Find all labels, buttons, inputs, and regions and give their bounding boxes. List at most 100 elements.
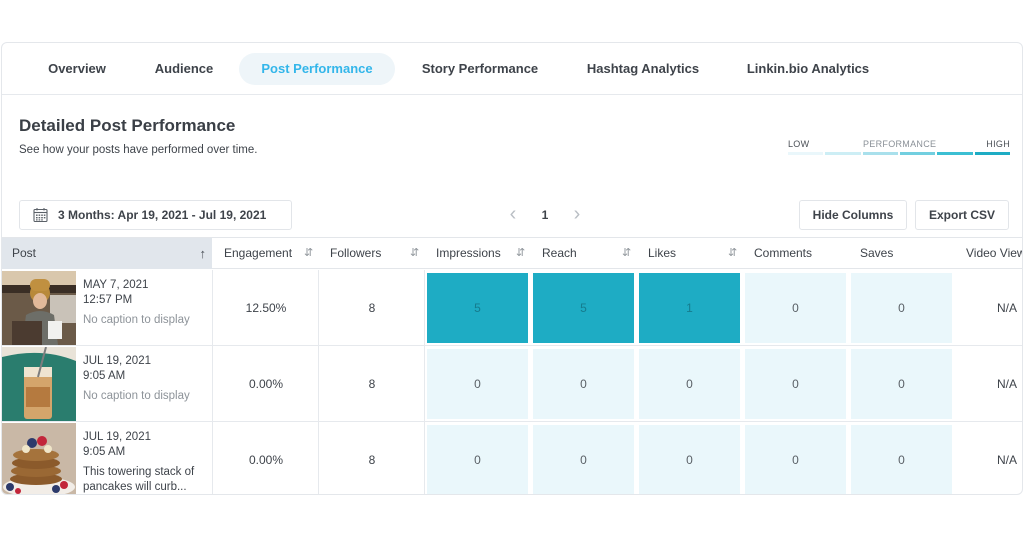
analytics-tabs: Overview Audience Post Performance Story… bbox=[2, 43, 1022, 95]
impressions-cell: 5 bbox=[427, 273, 528, 343]
table-row[interactable]: JUL 19, 2021 9:05 AM No caption to displ… bbox=[2, 346, 1022, 422]
tab-post-performance[interactable]: Post Performance bbox=[239, 53, 395, 85]
legend-scale-segment bbox=[825, 152, 861, 155]
chevron-right-icon[interactable]: › bbox=[566, 203, 588, 227]
column-header-reach[interactable]: Reach ⇵ bbox=[542, 238, 636, 269]
sort-icon[interactable]: ⇵ bbox=[304, 238, 313, 269]
table-header: Post ↑ Engagement ⇵ Followers ⇵ Impressi… bbox=[2, 237, 1022, 269]
column-header-impressions[interactable]: Impressions ⇵ bbox=[436, 238, 530, 269]
column-label: Saves bbox=[860, 246, 894, 260]
tab-audience[interactable]: Audience bbox=[140, 53, 228, 85]
post-date: MAY 7, 2021 bbox=[83, 279, 149, 291]
pagination: ‹ 1 › bbox=[502, 203, 588, 227]
column-label: Impressions bbox=[436, 246, 501, 260]
likes-cell: 1 bbox=[639, 273, 740, 343]
post-info: JUL 19, 2021 9:05 AM This towering stack… bbox=[83, 430, 208, 494]
table-row[interactable]: JUL 19, 2021 9:05 AM This towering stack… bbox=[2, 422, 1022, 494]
comments-cell: 0 bbox=[745, 425, 846, 494]
chevron-left-icon[interactable]: ‹ bbox=[502, 203, 524, 227]
post-date: JUL 19, 2021 bbox=[83, 355, 151, 367]
legend-scale-segment bbox=[899, 152, 936, 155]
column-header-saves[interactable]: Saves bbox=[860, 238, 954, 269]
likes-cell: 0 bbox=[639, 349, 740, 419]
post-date: JUL 19, 2021 bbox=[83, 431, 151, 443]
date-range-picker[interactable]: 3 Months: Apr 19, 2021 - Jul 19, 2021 bbox=[19, 200, 292, 230]
column-header-video-views[interactable]: Video Views bbox=[966, 238, 1022, 269]
impressions-cell: 0 bbox=[427, 425, 528, 494]
column-divider bbox=[212, 270, 213, 346]
column-header-likes[interactable]: Likes ⇵ bbox=[648, 238, 742, 269]
reach-cell: 5 bbox=[533, 273, 634, 343]
tab-overview[interactable]: Overview bbox=[32, 53, 122, 85]
legend-color-scale bbox=[788, 152, 1010, 155]
reach-cell: 0 bbox=[533, 425, 634, 494]
column-divider bbox=[318, 270, 319, 346]
column-label: Comments bbox=[754, 246, 813, 260]
column-header-followers[interactable]: Followers ⇵ bbox=[330, 238, 424, 269]
sort-icon[interactable]: ⇵ bbox=[622, 238, 631, 269]
column-header-engagement[interactable]: Engagement ⇵ bbox=[224, 238, 318, 269]
comments-cell: 0 bbox=[745, 273, 846, 343]
legend-scale-segment bbox=[862, 152, 898, 155]
column-label: Video Views bbox=[966, 246, 1022, 260]
saves-cell: 0 bbox=[851, 425, 952, 494]
saves-cell: 0 bbox=[851, 349, 952, 419]
column-divider bbox=[212, 422, 213, 494]
tab-hashtag-analytics[interactable]: Hashtag Analytics bbox=[576, 53, 710, 85]
reach-cell: 0 bbox=[533, 349, 634, 419]
post-time: 12:57 PM bbox=[83, 294, 133, 306]
post-caption: No caption to display bbox=[83, 314, 190, 326]
column-label: Post bbox=[12, 246, 37, 260]
page-subtitle: See how your posts have performed over t… bbox=[19, 144, 258, 156]
export-csv-button[interactable]: Export CSV bbox=[915, 200, 1009, 230]
video-views-cell: N/A bbox=[996, 453, 1017, 467]
legend-scale-segment bbox=[974, 152, 1010, 155]
pancakes-photo[interactable] bbox=[2, 423, 76, 494]
likes-cell: 0 bbox=[639, 425, 740, 494]
sort-icon[interactable]: ⇵ bbox=[410, 238, 419, 269]
current-page: 1 bbox=[541, 208, 549, 222]
column-label: Followers bbox=[330, 246, 382, 260]
arrow-up-icon[interactable]: ↑ bbox=[200, 238, 207, 269]
saves-cell: 0 bbox=[851, 273, 952, 343]
column-label: Likes bbox=[648, 246, 677, 260]
legend-performance-label: PERFORMANCE bbox=[863, 139, 937, 149]
table-row[interactable]: MAY 7, 2021 12:57 PM No caption to displ… bbox=[2, 270, 1022, 346]
engagement-cell: 0.00% bbox=[248, 453, 284, 467]
performance-legend: LOW PERFORMANCE HIGH bbox=[788, 139, 1010, 159]
engagement-cell: 0.00% bbox=[248, 377, 284, 391]
tab-story-performance[interactable]: Story Performance bbox=[412, 53, 548, 85]
column-header-comments[interactable]: Comments bbox=[754, 238, 848, 269]
post-info: MAY 7, 2021 12:57 PM No caption to displ… bbox=[83, 278, 208, 328]
video-views-cell: N/A bbox=[996, 301, 1017, 315]
comments-cell: 0 bbox=[745, 349, 846, 419]
column-header-post[interactable]: Post ↑ bbox=[2, 238, 212, 269]
post-time: 9:05 AM bbox=[83, 370, 126, 382]
legend-low-label: LOW bbox=[788, 139, 810, 149]
column-label: Engagement bbox=[224, 246, 293, 260]
tab-linkinbio-analytics[interactable]: Linkin.bio Analytics bbox=[736, 53, 880, 85]
post-performance-card: Overview Audience Post Performance Story… bbox=[1, 42, 1023, 495]
followers-cell: 8 bbox=[368, 301, 376, 315]
column-divider bbox=[318, 422, 319, 494]
post-caption: This towering stack of pancakes will cur… bbox=[83, 466, 195, 493]
post-caption: No caption to display bbox=[83, 390, 190, 402]
legend-high-label: HIGH bbox=[986, 139, 1010, 149]
post-time: 9:05 AM bbox=[83, 446, 126, 458]
barista-photo[interactable] bbox=[2, 271, 76, 345]
followers-cell: 8 bbox=[368, 377, 376, 391]
column-divider bbox=[424, 422, 425, 494]
column-divider bbox=[424, 270, 425, 346]
column-divider bbox=[212, 346, 213, 422]
sort-icon[interactable]: ⇵ bbox=[728, 238, 737, 269]
sort-icon[interactable]: ⇵ bbox=[516, 238, 525, 269]
hide-columns-button[interactable]: Hide Columns bbox=[799, 200, 907, 230]
engagement-cell: 12.50% bbox=[245, 301, 287, 315]
video-views-cell: N/A bbox=[996, 377, 1017, 391]
legend-scale-segment bbox=[788, 152, 824, 155]
followers-cell: 8 bbox=[368, 453, 376, 467]
calendar-icon bbox=[33, 208, 48, 223]
post-info: JUL 19, 2021 9:05 AM No caption to displ… bbox=[83, 354, 208, 404]
legend-scale-segment bbox=[937, 152, 973, 155]
iced-coffee-photo[interactable] bbox=[2, 347, 76, 421]
